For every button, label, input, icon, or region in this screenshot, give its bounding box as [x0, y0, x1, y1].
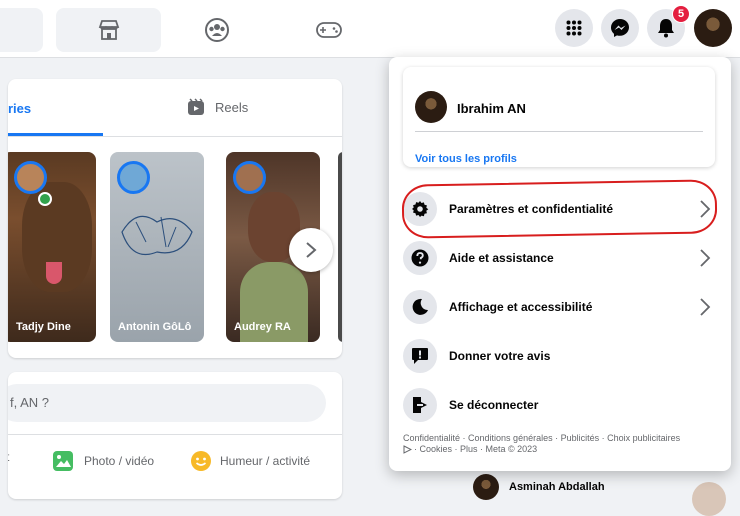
contact-name: Asminah Abdallah: [509, 481, 605, 493]
menu-grid-icon: [566, 20, 582, 36]
menu-item-label: Affichage et accessibilité: [449, 300, 593, 314]
menu-button[interactable]: [555, 9, 593, 47]
menu-item-label: Aide et assistance: [449, 251, 554, 265]
logout-icon: [403, 388, 437, 422]
account-dropdown-menu: Ibrahim AN Voir tous les profils Paramèt…: [389, 57, 731, 471]
messenger-icon: [611, 19, 629, 37]
profile-avatar: [415, 91, 447, 123]
story-author-name: Tadjy Dine: [16, 321, 71, 333]
story-item[interactable]: Antonin GôLô: [110, 152, 204, 342]
story-avatar: [14, 161, 47, 194]
feeling-activity-label: Humeur / activité: [220, 454, 311, 468]
story-item-partial: [338, 152, 342, 342]
whats-on-your-mind-input[interactable]: f, AN ?: [8, 384, 326, 422]
post-action-live-label: t: [8, 450, 9, 464]
profile-row[interactable]: [415, 91, 447, 123]
reels-icon: [188, 98, 204, 115]
see-all-profiles-link[interactable]: Voir tous les profils: [415, 153, 517, 165]
story-drawing: [121, 215, 193, 256]
chevron-right-icon: [700, 249, 711, 267]
online-indicator: [38, 192, 52, 206]
chevron-right-icon: [306, 242, 317, 258]
chevron-right-icon: [700, 298, 711, 316]
feeling-activity-button[interactable]: Humeur / activité: [190, 450, 310, 472]
profile-card: Ibrahim AN Voir tous les profils: [403, 67, 715, 167]
menu-item-display-accessibility[interactable]: Affichage et accessibilité: [397, 284, 723, 330]
messenger-button[interactable]: [601, 9, 639, 47]
story-author-name: Audrey RA: [234, 321, 291, 333]
divider: [8, 434, 342, 435]
account-avatar-button[interactable]: [694, 9, 732, 47]
menu-item-label: Se déconnecter: [449, 398, 539, 412]
highlight-annotation: [401, 179, 718, 239]
menu-item-give-feedback[interactable]: Donner votre avis: [397, 333, 723, 379]
footer-links-line1[interactable]: Confidentialité · Conditions générales ·…: [403, 433, 721, 444]
moon-icon: [403, 290, 437, 324]
footer-links: Confidentialité · Conditions générales ·…: [403, 433, 721, 455]
nav-tab-marketplace[interactable]: [56, 8, 161, 52]
profile-name[interactable]: Ibrahim AN: [457, 101, 526, 116]
menu-item-label: Donner votre avis: [449, 349, 551, 363]
contact-avatar[interactable]: [692, 482, 726, 516]
nav-tab-home[interactable]: [0, 8, 43, 52]
divider: [415, 131, 703, 132]
tab-stories[interactable]: ries: [8, 101, 31, 116]
menu-item-help-support[interactable]: Aide et assistance: [397, 235, 723, 281]
nav-tab-groups[interactable]: [164, 8, 269, 52]
nav-tab-gaming[interactable]: [276, 8, 381, 52]
bell-icon: [658, 19, 674, 38]
footer-links-line2[interactable]: · Cookies · Plus · Meta © 2023: [414, 444, 537, 455]
post-composer-card: f, AN ? t Photo / vidéo Humeur / activit…: [8, 372, 342, 499]
divider: [8, 136, 342, 137]
gaming-icon: [315, 22, 342, 38]
ad-choices-icon[interactable]: [403, 445, 412, 454]
story-author-name: Antonin GôLô: [118, 321, 192, 333]
contact-item[interactable]: Asminah Abdallah: [473, 474, 605, 500]
stories-next-button[interactable]: [289, 228, 333, 272]
photo-video-label: Photo / vidéo: [84, 454, 155, 468]
top-navigation-bar: 5: [0, 0, 740, 58]
help-icon: [403, 241, 437, 275]
story-avatar: [117, 161, 150, 194]
post-action-live-stub[interactable]: t: [8, 450, 9, 464]
menu-item-log-out[interactable]: Se déconnecter: [397, 382, 723, 428]
photo-video-button[interactable]: Photo / vidéo: [52, 450, 154, 472]
stories-card: ries Reels Tadjy Dine Antonin GôLô Audre…: [8, 79, 342, 358]
tab-reels[interactable]: Reels: [187, 98, 248, 116]
story-avatar: [233, 161, 266, 194]
store-icon: [98, 20, 119, 40]
smiley-icon: [191, 451, 211, 471]
photo-icon: [53, 451, 73, 471]
tab-reels-label: Reels: [215, 99, 249, 115]
feedback-icon: [403, 339, 437, 373]
story-item[interactable]: Tadjy Dine: [8, 152, 96, 342]
groups-icon: [204, 18, 229, 42]
contact-avatar: [473, 474, 499, 500]
notification-count-badge: 5: [672, 5, 690, 23]
